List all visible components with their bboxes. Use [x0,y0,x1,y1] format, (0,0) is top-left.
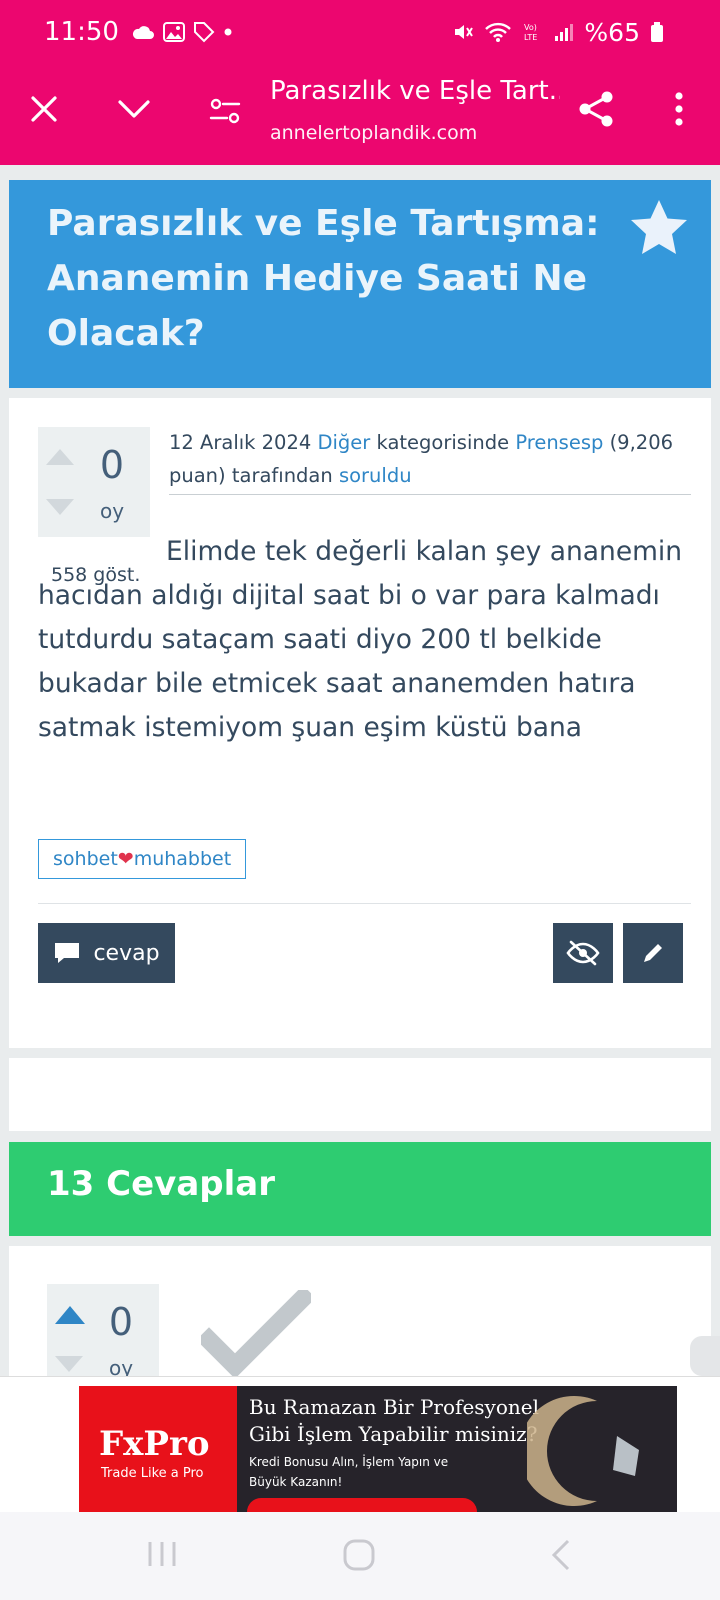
tag-chip[interactable]: sohbet❤muhabbet [38,839,247,879]
question-date: 12 Aralık 2024 [169,431,312,454]
back-icon[interactable] [548,1538,574,1572]
edit-button[interactable] [623,923,683,983]
eye-off-icon [566,940,600,966]
ad-banner[interactable]: FxPro Trade Like a Pro Bu Ramazan Bir Pr… [0,1376,720,1513]
spacer-panel [9,1058,711,1131]
ad-cta-button[interactable] [247,1498,477,1513]
vote-up-icon[interactable] [46,449,74,465]
question-title: Parasızlık ve Eşle Tartışma: Ananemin He… [47,203,600,354]
tab-title[interactable]: Parasızlık ve Eşle Tart... [270,76,560,106]
browser-toolbar: Parasızlık ve Eşle Tart... annelertoplan… [0,72,720,152]
mute-icon [455,25,474,39]
divider [38,903,691,904]
vote-up-icon[interactable] [55,1306,85,1324]
home-icon[interactable] [342,1538,376,1572]
battery-percent: %65 [584,17,640,47]
gallery-icon [162,22,185,42]
ad-headline: Bu Ramazan Bir Profesyonel Gibi İşlem Ya… [249,1395,539,1446]
vote-label: oy [99,499,125,523]
cloud-icon [132,26,154,39]
close-icon[interactable] [20,85,68,133]
navigation-bar [0,1512,720,1600]
more-options-icon[interactable] [655,85,703,133]
favorite-star-icon[interactable] [629,198,689,256]
ad-logo: FxPro Trade Like a Pro [79,1386,237,1513]
vote-down-icon[interactable] [55,1356,83,1372]
question-vote-box: 0 oy [38,427,150,537]
category-link[interactable]: Diğer [317,431,370,454]
question-meta: 12 Aralık 2024 Diğer kategorisinde Prens… [169,426,691,495]
pencil-icon [644,944,662,962]
asked-link[interactable]: soruldu [339,464,412,487]
tag-icon [193,22,215,43]
comment-icon [55,943,80,963]
answer-button[interactable]: cevap [38,923,175,983]
question-header: Parasızlık ve Eşle Tartışma: Ananemin He… [9,180,711,388]
browser-header: 11:50 Vo) LTE %65 Parasızlık ve Eşle Tart… [0,0,720,165]
vote-down-icon[interactable] [46,499,74,515]
ad-creative[interactable]: FxPro Trade Like a Pro Bu Ramazan Bir Pr… [79,1386,677,1513]
ad-decoration-icon [527,1396,639,1506]
share-icon[interactable] [573,85,621,133]
heart-icon: ❤ [117,848,134,870]
svg-text:LTE: LTE [524,33,537,42]
wifi-icon [485,22,512,42]
author-link[interactable]: Prensesp [515,431,603,454]
dot-icon [224,28,232,36]
answers-count-title: 13 Cevaplar [47,1164,275,1204]
edge-panel-handle[interactable] [690,1336,720,1376]
page-url[interactable]: annelertoplandik.com [270,122,477,144]
ad-subtext: Kredi Bonusu Alın, İşlem Yapın ve Büyük … [249,1455,449,1489]
answer-vote-label: oy [108,1356,134,1376]
svg-text:Vo): Vo) [524,23,537,32]
site-settings-icon[interactable] [201,87,249,135]
battery-icon [651,22,663,42]
question-body: 0 oy 558 göst. 12 Aralık 2024 Diğer kate… [9,398,711,1048]
answer-vote-box: 0 oy [47,1284,159,1376]
recent-apps-icon[interactable] [146,1538,178,1570]
question-text: Elimde tek değerli kalan şey ananemin ha… [38,536,683,743]
hide-button[interactable] [553,923,613,983]
answers-header: 13 Cevaplar [9,1142,711,1236]
accepted-check-icon[interactable] [201,1290,311,1376]
vote-count: 0 [99,443,125,487]
answer-item: 0 oy [9,1246,711,1376]
chevron-down-icon[interactable] [110,85,158,133]
answer-vote-count: 0 [108,1300,134,1344]
volte-icon: Vo)LTE [524,23,537,42]
status-time: 11:50 [44,17,119,47]
signal-icon [555,24,574,41]
status-bar: 11:50 Vo) LTE %65 [44,14,664,50]
